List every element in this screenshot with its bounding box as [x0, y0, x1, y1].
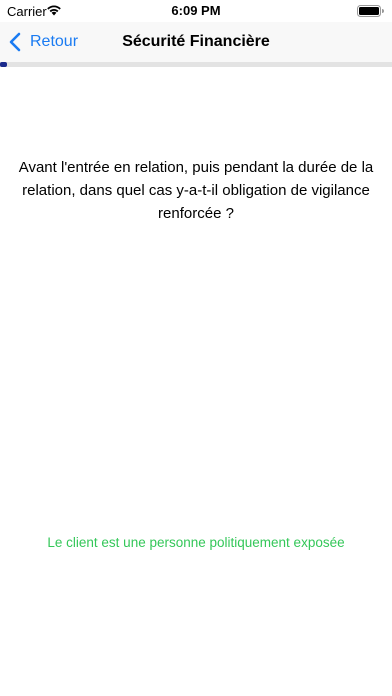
screen: Carrier 6:09 PM Sécurité Financière Reto…	[0, 0, 392, 696]
back-button-label: Retour	[30, 33, 79, 50]
status-bar: Carrier 6:09 PM	[0, 0, 392, 22]
progress-fill	[0, 62, 7, 67]
answer-option[interactable]: Le client est une personne politiquement…	[0, 535, 392, 550]
progress-bar	[0, 62, 392, 67]
navigation-bar: Sécurité Financière Retour	[0, 22, 392, 62]
status-time: 6:09 PM	[171, 3, 221, 18]
battery-icon	[357, 5, 384, 17]
back-button[interactable]: Retour	[8, 22, 78, 62]
question-text: Avant l'entrée en relation, puis pendant…	[18, 159, 374, 222]
chevron-left-icon	[9, 32, 21, 52]
